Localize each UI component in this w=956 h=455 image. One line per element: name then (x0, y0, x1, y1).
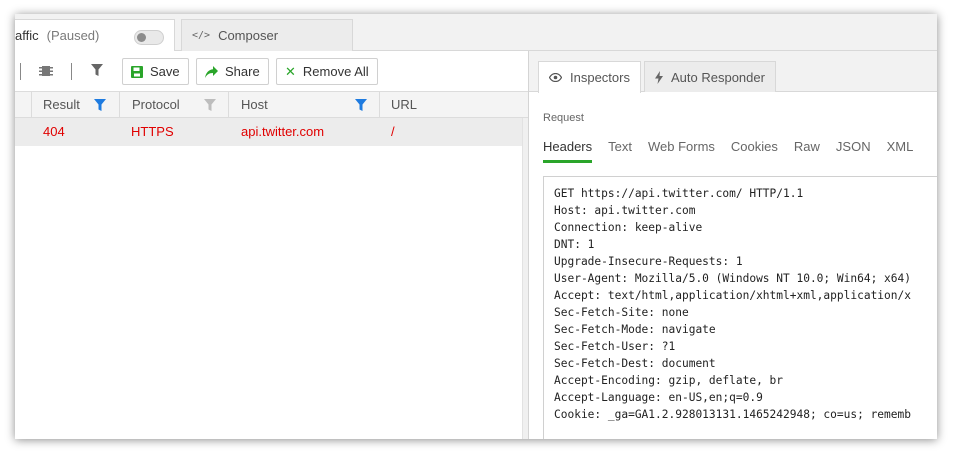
raw-line: Host: api.twitter.com (554, 204, 696, 217)
subtab-cookies[interactable]: Cookies (731, 135, 778, 163)
share-button[interactable]: Share (196, 58, 269, 85)
inspector-pane: Inspectors Auto Responder Request Header… (529, 51, 937, 439)
raw-line: Sec-Fetch-Mode: navigate (554, 323, 716, 336)
inspector-tab-strip: Inspectors Auto Responder (529, 51, 937, 93)
subtab-headers[interactable]: Headers (543, 135, 593, 163)
subtab-raw[interactable]: Raw (794, 135, 820, 163)
subtab-text[interactable]: Text (608, 135, 632, 163)
toolbar-divider (71, 63, 72, 80)
tab-composer-label: Composer (218, 28, 279, 43)
toolbar-divider (20, 63, 21, 80)
tab-inspectors-label: Inspectors (570, 70, 630, 85)
share-arrow-icon (205, 65, 218, 78)
raw-line: DNT: 1 (554, 238, 595, 251)
raw-line: User-Agent: Mozilla/5.0 (Windows NT 10.0… (554, 272, 911, 285)
save-button-label: Save (150, 64, 180, 79)
subtab-web-forms[interactable]: Web Forms (648, 135, 715, 163)
cell-result: 404 (43, 124, 65, 139)
column-divider (31, 92, 32, 118)
tab-traffic-label: affic (15, 28, 39, 43)
filter-icon[interactable] (94, 99, 106, 112)
raw-line: Cookie: _ga=GA1.2.928013131.1465242948; … (554, 408, 911, 421)
tab-traffic-status: (Paused) (46, 28, 100, 43)
capture-toggle[interactable] (134, 30, 164, 45)
sessions-pane: Save Share ✕ Remove All Result Protocol (15, 51, 528, 439)
column-header-protocol[interactable]: Protocol (132, 92, 180, 118)
raw-line: Accept-Language: en-US,en;q=0.9 (554, 391, 763, 404)
remove-all-label: Remove All (302, 64, 369, 79)
code-icon: </> (192, 30, 211, 41)
tab-live-traffic[interactable]: affic (Paused) (15, 19, 175, 51)
table-row[interactable]: 404 HTTPS api.twitter.com / (15, 118, 522, 146)
eye-icon (549, 73, 562, 82)
sessions-grid-header: Result Protocol Host URL (15, 91, 528, 118)
cell-url: / (391, 124, 395, 139)
raw-line: Sec-Fetch-Dest: document (554, 357, 716, 370)
raw-line: Sec-Fetch-Site: none (554, 306, 689, 319)
raw-line: Upgrade-Insecure-Requests: 1 (554, 255, 743, 268)
share-button-label: Share (225, 64, 260, 79)
tab-composer[interactable]: </> Composer (181, 19, 353, 51)
app-window: affic (Paused) </> Composer Save Share ✕… (15, 14, 937, 439)
column-header-url[interactable]: URL (391, 92, 417, 118)
subtab-xml[interactable]: XML (887, 135, 914, 163)
request-subtabs: Headers Text Web Forms Cookies Raw JSON … (543, 135, 929, 163)
raw-line: Accept-Encoding: gzip, deflate, br (554, 374, 784, 387)
tab-inspectors[interactable]: Inspectors (538, 61, 641, 93)
subtab-json[interactable]: JSON (836, 135, 871, 163)
floppy-icon (131, 65, 143, 78)
remove-all-button[interactable]: ✕ Remove All (276, 58, 378, 85)
column-divider (379, 92, 380, 118)
cell-host: api.twitter.com (241, 124, 325, 139)
sessions-toolbar: Save Share ✕ Remove All (15, 51, 528, 91)
tab-auto-responder[interactable]: Auto Responder (644, 61, 776, 92)
request-section-label: Request (543, 112, 584, 124)
column-divider (228, 92, 229, 118)
filter-icon[interactable] (204, 99, 216, 112)
toggle-knob (137, 33, 146, 42)
save-button[interactable]: Save (122, 58, 189, 85)
column-header-host[interactable]: Host (241, 92, 268, 118)
top-tab-strip: affic (Paused) </> Composer (15, 14, 937, 51)
raw-line: Sec-Fetch-User: ?1 (554, 340, 676, 353)
chip-icon[interactable] (39, 63, 53, 79)
cell-protocol: HTTPS (131, 124, 174, 139)
lightning-icon (655, 70, 663, 84)
filter-icon[interactable] (91, 64, 103, 77)
close-icon: ✕ (285, 63, 296, 79)
column-header-result[interactable]: Result (43, 92, 80, 118)
tab-auto-responder-label: Auto Responder (671, 69, 765, 85)
raw-request-text[interactable]: GET https://api.twitter.com/ HTTP/1.1 Ho… (543, 176, 937, 439)
raw-line: Connection: keep-alive (554, 221, 703, 234)
raw-line: Accept: text/html,application/xhtml+xml,… (554, 289, 911, 302)
filter-icon[interactable] (355, 99, 367, 112)
raw-line: GET https://api.twitter.com/ HTTP/1.1 (554, 187, 804, 200)
column-divider (119, 92, 120, 118)
